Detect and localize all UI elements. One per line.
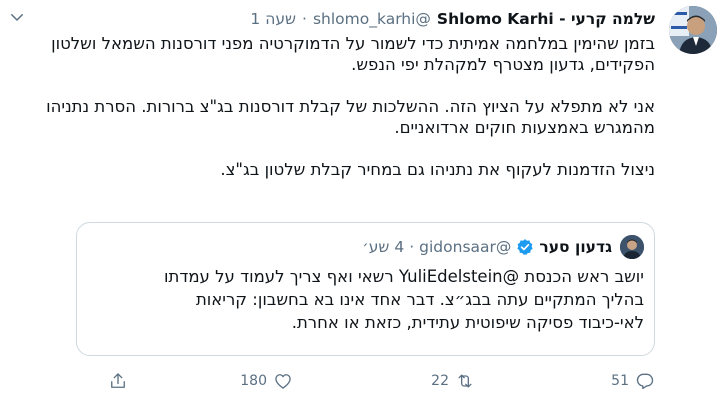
reply-count: 51 (611, 373, 629, 389)
quoted-line-3: לאי-כיבוד פסיקה שיפוטית עתידית, כזאת או … (291, 313, 644, 332)
tweet-text: בזמן שהימין במלחמה אמיתית כדי לשמור על ה… (14, 33, 655, 180)
quoted-line-1-end: רשאי ואף צריך לעמוד על עמדתו (163, 267, 399, 286)
like-count: 180 (240, 373, 267, 389)
quoted-separator-dot: · (409, 238, 415, 256)
quoted-timestamp[interactable]: 4 שע׳ (362, 238, 404, 256)
author-name[interactable]: שלמה קרעי - Shlomo Karhi (437, 10, 655, 28)
like-button[interactable]: 180 (240, 368, 293, 394)
retweet-button[interactable]: 22 (431, 368, 475, 394)
tweet-paragraph-3: ניצול הזדמנות לעקוף את נתניהו גם במחיר ק… (220, 160, 655, 179)
share-button[interactable] (102, 368, 128, 394)
quoted-header: גדעון סער @gidonsaar · 4 שע׳ (87, 235, 612, 259)
share-icon (111, 373, 125, 388)
retweet-count: 22 (431, 373, 449, 389)
quoted-line-1-start: יושב ראש הכנסת (519, 267, 644, 286)
quoted-tweet[interactable]: גדעון סער @gidonsaar · 4 שע׳ יושב ראש הכ… (76, 222, 655, 356)
tweet-header: שלמה קרעי - Shlomo Karhi @shlomo_karhi ·… (10, 8, 655, 30)
tweet-paragraph-1: בזמן שהימין במלחמה אמיתית כדי לשמור על ה… (51, 34, 655, 74)
retweet-icon (458, 374, 472, 388)
verified-badge-icon (517, 239, 534, 255)
quoted-avatar[interactable] (620, 235, 644, 259)
tweet-paragraph-2: אני לא מתפלא על הציוץ הזה. ההשלכות של קב… (46, 97, 655, 137)
tweet-actions: 51 22 180 (100, 368, 655, 394)
avatar[interactable] (669, 6, 717, 54)
quoted-line-2: בהליך המתקיים עתה בבג״צ. דבר אחד אינו בא… (195, 290, 644, 309)
quoted-line-1: יושב ראש הכנסת @YuliEdelstein רשאי ואף צ… (87, 265, 644, 288)
heart-icon (275, 374, 291, 389)
author-handle[interactable]: @shlomo_karhi (313, 10, 431, 28)
separator-dot: · (302, 10, 307, 28)
reply-button[interactable]: 51 (611, 368, 655, 394)
tweet-card[interactable]: שלמה קרעי - Shlomo Karhi @shlomo_karhi ·… (0, 0, 727, 400)
tweet-timestamp[interactable]: שעה 1 (250, 10, 296, 28)
quoted-author-handle[interactable]: @gidonsaar (419, 238, 511, 256)
quoted-text: יושב ראש הכנסת @YuliEdelstein רשאי ואף צ… (87, 265, 644, 334)
mention-link[interactable]: @YuliEdelstein (399, 267, 519, 286)
chevron-down-icon[interactable] (8, 8, 26, 26)
reply-icon (636, 373, 654, 390)
quoted-author-name[interactable]: גדעון סער (539, 238, 612, 256)
